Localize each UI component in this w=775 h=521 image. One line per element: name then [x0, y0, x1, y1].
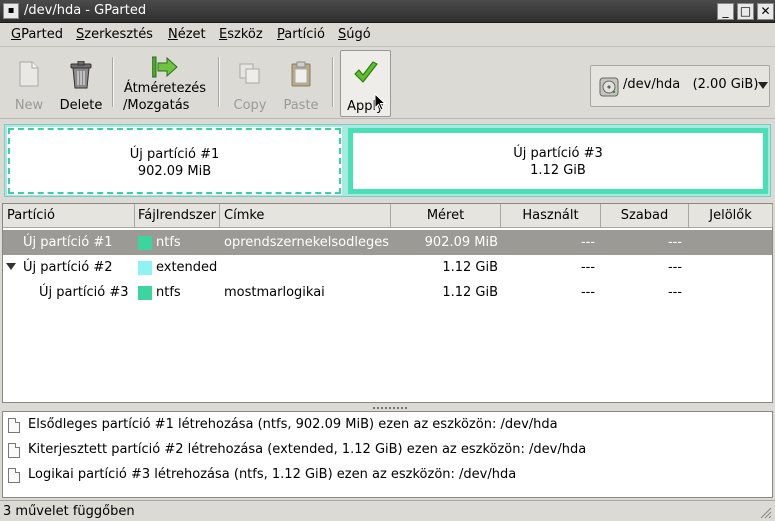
device-selector[interactable]: /dev/hda (2.00 GiB): [590, 65, 770, 107]
minimize-icon[interactable]: _: [717, 3, 734, 20]
toolbar-separator: [332, 57, 334, 107]
resize-label-line2: /Mozgatás: [123, 98, 190, 113]
table-row[interactable]: Új partíció #3 ntfs mostmarlogikai 1.12 …: [3, 280, 772, 305]
trash-icon: [70, 61, 92, 89]
toolbar-separator: [112, 57, 114, 107]
table-row[interactable]: Új partíció #1 ntfs oprendszernekelsodle…: [3, 230, 772, 255]
row-partition: Új partíció #3: [39, 285, 129, 300]
filesystem-color-swatch: [138, 261, 152, 275]
toolbar-separator: [218, 57, 220, 107]
maximize-icon[interactable]: □: [737, 3, 754, 20]
delete-label: Delete: [59, 98, 103, 113]
window-menu-icon[interactable]: ▪: [3, 3, 19, 19]
document-icon: [19, 61, 39, 87]
paste-label: Paste: [283, 98, 319, 113]
table-row[interactable]: Új partíció #2 extended 1.12 GiB --- ---: [3, 255, 772, 280]
row-size: 1.12 GiB: [442, 285, 498, 300]
menu-device[interactable]: Eszköz: [219, 27, 263, 42]
column-partition[interactable]: Partíció: [3, 204, 135, 227]
column-size[interactable]: Méret: [391, 204, 501, 227]
status-text: 3 művelet függőben: [3, 504, 135, 519]
filesystem-color-swatch: [138, 236, 152, 250]
new-label: New: [14, 98, 44, 113]
device-size: (2.00 GiB): [692, 77, 759, 92]
diskmap-partition-3[interactable]: Új partíció #3 1.12 GiB: [348, 128, 768, 194]
row-partition: Új partíció #2: [23, 260, 113, 275]
window-title: /dev/hda - GParted: [24, 3, 147, 18]
row-partition: Új partíció #1: [23, 235, 113, 250]
document-icon: [8, 468, 20, 483]
row-used: ---: [580, 260, 596, 275]
row-size: 1.12 GiB: [442, 260, 498, 275]
diskmap-partition-3-name: Új partíció #3: [513, 146, 603, 161]
title-bar: ▪ /dev/hda - GParted _ □ ✕: [0, 0, 775, 23]
close-icon[interactable]: ✕: [757, 3, 774, 20]
row-flags: [689, 280, 773, 305]
expander-arrow-icon[interactable]: [6, 263, 16, 270]
resize-grip-icon[interactable]: [758, 505, 772, 519]
diskmap-partition-1[interactable]: Új partíció #1 902.09 MiB: [7, 127, 342, 195]
harddisk-icon: [599, 77, 619, 97]
partition-list: Partíció Fájlrendszer Címke Méret Haszná…: [2, 203, 773, 403]
column-used[interactable]: Használt: [501, 204, 601, 227]
filesystem-color-swatch: [138, 286, 152, 300]
list-item[interactable]: Elsődleges partíció #1 létrehozása (ntfs…: [3, 414, 772, 439]
document-icon: [8, 443, 20, 458]
copy-label: Copy: [233, 98, 267, 113]
paste-icon: [291, 61, 311, 87]
diskmap-partition-1-size: 902.09 MiB: [137, 164, 212, 179]
partition-list-header: Partíció Fájlrendszer Címke Méret Haszná…: [3, 204, 773, 228]
diskmap-partition-3-size: 1.12 GiB: [530, 163, 586, 178]
status-bar: 3 művelet függőben: [0, 500, 775, 521]
row-used: ---: [580, 285, 596, 300]
pending-operations-list: Elsődleges partíció #1 létrehozása (ntfs…: [2, 411, 773, 498]
row-filesystem: extended: [156, 260, 218, 275]
resize-arrow-icon: [152, 56, 178, 78]
column-label[interactable]: Címke: [220, 204, 391, 227]
menu-gparted[interactable]: GParted: [11, 27, 63, 42]
row-filesystem: ntfs: [156, 285, 181, 300]
operation-text: Elsődleges partíció #1 létrehozása (ntfs…: [28, 417, 558, 432]
mouse-cursor-icon: [374, 93, 386, 111]
row-label: oprendszernekelsodleges: [224, 235, 389, 250]
row-filesystem: ntfs: [156, 235, 181, 250]
column-free[interactable]: Szabad: [601, 204, 689, 227]
diskmap-partition-1-name: Új partíció #1: [129, 147, 220, 162]
menu-view[interactable]: Nézet: [168, 27, 206, 42]
column-filesystem[interactable]: Fájlrendszer: [135, 204, 220, 227]
menu-edit[interactable]: Szerkesztés: [76, 27, 153, 42]
column-flags[interactable]: Jelölők: [689, 204, 773, 227]
new-button[interactable]: New: [6, 51, 52, 115]
chevron-down-icon[interactable]: [758, 82, 768, 90]
menu-help[interactable]: Súgó: [338, 27, 371, 42]
row-flags: [689, 230, 773, 255]
row-flags: [689, 255, 773, 280]
list-item[interactable]: Kiterjesztett partíció #2 létrehozása (e…: [3, 439, 772, 464]
row-label: mostmarlogikai: [224, 285, 325, 300]
disk-map: Új partíció #1 902.09 MiB Új partíció #3…: [4, 124, 771, 197]
resize-move-button[interactable]: Átméretezés /Mozgatás: [118, 51, 212, 115]
paste-button[interactable]: Paste: [278, 51, 324, 115]
resize-label-line1: Átméretezés: [123, 81, 207, 96]
document-icon: [8, 418, 20, 433]
operation-text: Logikai partíció #3 létrehozása (ntfs, 1…: [28, 467, 517, 482]
list-item[interactable]: Logikai partíció #3 létrehozása (ntfs, 1…: [3, 464, 772, 489]
copy-button[interactable]: Copy: [226, 51, 274, 115]
operation-text: Kiterjesztett partíció #2 létrehozása (e…: [28, 442, 587, 457]
menubar: GParted Szerkesztés Nézet Eszköz Partíci…: [0, 23, 775, 47]
menu-partition[interactable]: Partíció: [277, 27, 325, 42]
device-label: /dev/hda (2.00 GiB): [623, 77, 758, 92]
copy-icon: [239, 63, 260, 84]
checkmark-icon: [354, 61, 378, 83]
delete-button[interactable]: Delete: [55, 51, 107, 115]
device-name: /dev/hda: [623, 77, 681, 92]
row-size: 902.09 MiB: [424, 235, 498, 250]
row-used: ---: [580, 235, 596, 250]
